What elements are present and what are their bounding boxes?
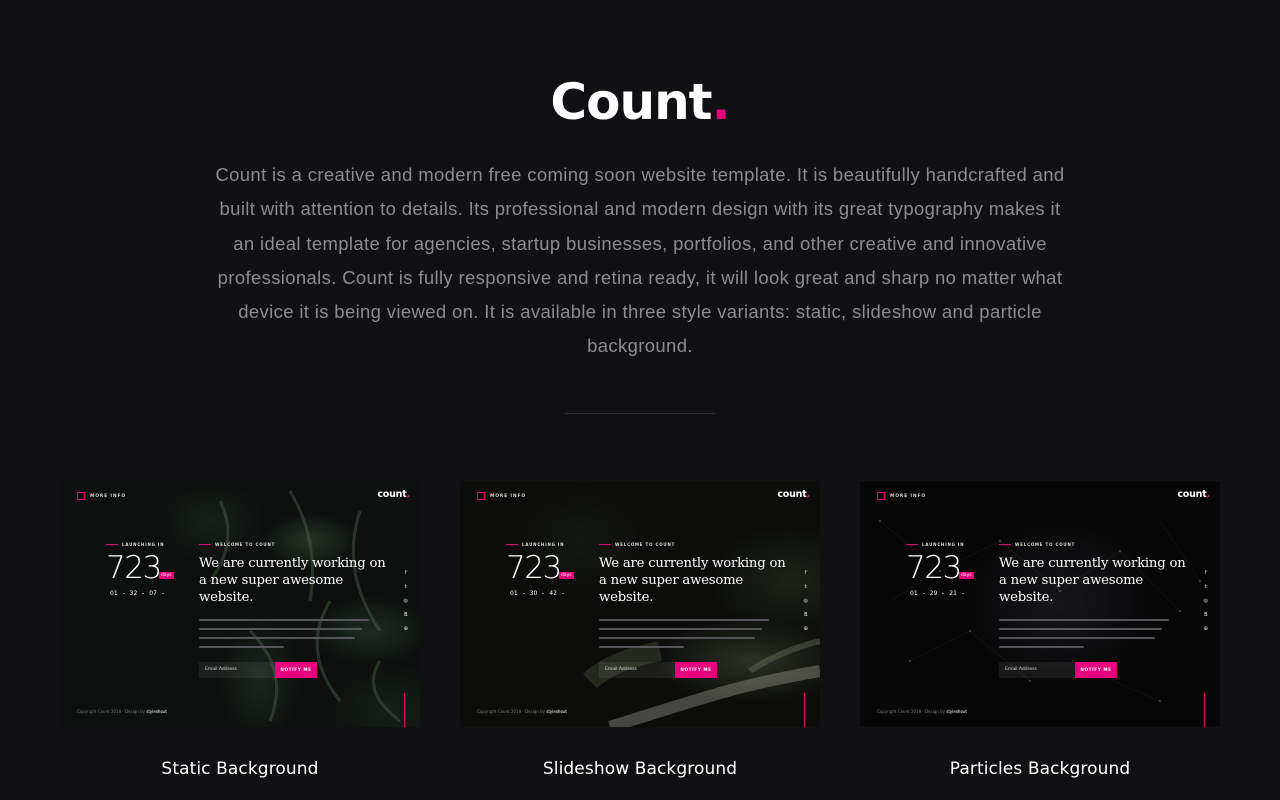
preview-count: 723	[506, 550, 562, 586]
preview-thumbnail[interactable]: MORE INFO count. LAUNCHING IN 723 days 0…	[60, 481, 420, 727]
dribbble-icon: ⊛	[1203, 626, 1208, 632]
preview-headline: We are currently working on a new super …	[599, 556, 786, 605]
facebook-icon: f	[804, 570, 807, 576]
variant-card-particles: MORE INFO count. LAUNCHING IN 723 days 0…	[860, 481, 1220, 779]
preview-social-icons: f t ◎ B ⊛	[804, 570, 808, 632]
logo-dot: .	[711, 73, 731, 131]
preview-time: 01 32 07	[110, 590, 164, 597]
card-title[interactable]: Slideshow Background	[460, 759, 820, 779]
preview-notify-button: NOTIFY ME	[1075, 662, 1117, 678]
menu-icon	[877, 492, 885, 500]
preview-logo: count.	[777, 489, 810, 500]
preview-menu: MORE INFO	[877, 492, 926, 500]
preview-logo: count.	[1177, 489, 1210, 500]
preview-menu: MORE INFO	[477, 492, 526, 500]
card-title[interactable]: Particles Background	[860, 759, 1220, 779]
dribbble-icon: ⊛	[803, 626, 808, 632]
menu-icon	[77, 492, 85, 500]
preview-time: 01 29 21	[910, 590, 964, 597]
twitter-icon: t	[1204, 584, 1207, 590]
behance-icon: B	[804, 612, 808, 618]
facebook-icon: f	[404, 570, 407, 576]
instagram-icon: ◎	[403, 598, 408, 604]
preview-count: 723	[106, 550, 162, 586]
preview-welcome-label: WELCOME TO COUNT	[199, 542, 275, 547]
facebook-icon: f	[1204, 570, 1207, 576]
preview-footer: Copyright Count 2018 · Design by stylesh…	[77, 709, 167, 714]
preview-email-input: Email Address	[599, 662, 675, 678]
preview-days-badge: days	[559, 572, 574, 579]
preview-launch-label: LAUNCHING IN	[106, 542, 164, 547]
preview-footer: Copyright Count 2018 · Design by stylesh…	[477, 709, 567, 714]
preview-social-icons: f t ◎ B ⊛	[1204, 570, 1208, 632]
preview-count: 723	[906, 550, 962, 586]
variant-card-static: MORE INFO count. LAUNCHING IN 723 days 0…	[60, 481, 420, 779]
intro-paragraph: Count is a creative and modern free comi…	[215, 164, 1065, 357]
logo-text: Count	[550, 73, 712, 131]
preview-footer: Copyright Count 2018 · Design by stylesh…	[877, 709, 967, 714]
preview-email-input: Email Address	[199, 662, 275, 678]
preview-launch-label: LAUNCHING IN	[906, 542, 964, 547]
preview-thumbnail[interactable]: MORE INFO count. LAUNCHING IN 723 days 0…	[460, 481, 820, 727]
preview-welcome-label: WELCOME TO COUNT	[999, 542, 1075, 547]
preview-days-badge: days	[959, 572, 974, 579]
preview-days-badge: days	[159, 572, 174, 579]
twitter-icon: t	[404, 584, 407, 590]
twitter-icon: t	[804, 584, 807, 590]
preview-notify-button: NOTIFY ME	[275, 662, 317, 678]
section-divider	[565, 413, 715, 414]
preview-body-text	[599, 619, 769, 655]
behance-icon: B	[1204, 612, 1208, 618]
preview-scroll-line	[404, 693, 405, 727]
site-logo: Count.	[0, 72, 1280, 132]
preview-launch-label: LAUNCHING IN	[506, 542, 564, 547]
instagram-icon: ◎	[1203, 598, 1208, 604]
instagram-icon: ◎	[803, 598, 808, 604]
preview-scroll-line	[1204, 693, 1205, 727]
preview-time: 01 30 42	[510, 590, 564, 597]
behance-icon: B	[404, 612, 408, 618]
preview-email-input: Email Address	[999, 662, 1075, 678]
preview-scroll-line	[804, 693, 805, 727]
page: Count. Count is a creative and modern fr…	[0, 0, 1280, 800]
preview-thumbnail[interactable]: MORE INFO count. LAUNCHING IN 723 days 0…	[860, 481, 1220, 727]
preview-notify-button: NOTIFY ME	[675, 662, 717, 678]
preview-welcome-label: WELCOME TO COUNT	[599, 542, 675, 547]
dribbble-icon: ⊛	[403, 626, 408, 632]
preview-body-text	[199, 619, 369, 655]
menu-icon	[477, 492, 485, 500]
preview-body-text	[999, 619, 1169, 655]
preview-logo: count.	[377, 489, 410, 500]
preview-social-icons: f t ◎ B ⊛	[404, 570, 408, 632]
preview-headline: We are currently working on a new super …	[999, 556, 1186, 605]
variant-card-slideshow: MORE INFO count. LAUNCHING IN 723 days 0…	[460, 481, 820, 779]
preview-menu: MORE INFO	[77, 492, 126, 500]
preview-headline: We are currently working on a new super …	[199, 556, 386, 605]
card-title[interactable]: Static Background	[60, 759, 420, 779]
